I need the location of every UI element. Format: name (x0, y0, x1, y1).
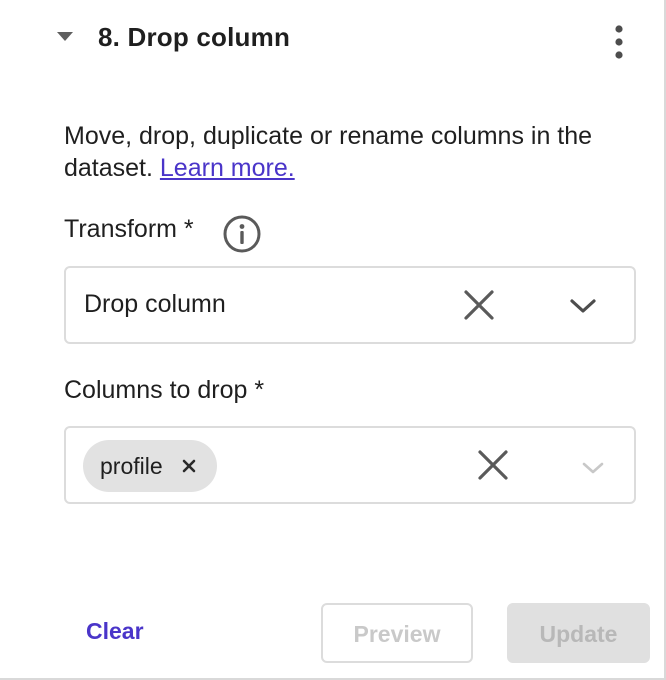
step-title: 8. Drop column (98, 22, 291, 52)
step-header[interactable]: 8. Drop column (0, 0, 664, 80)
update-button[interactable]: Update (507, 603, 650, 663)
chevron-down-icon[interactable] (578, 458, 608, 478)
close-icon[interactable] (476, 448, 510, 482)
preview-button[interactable]: Preview (321, 603, 473, 663)
column-chip: profile (83, 440, 217, 492)
transform-label: Transform * (64, 215, 194, 243)
transform-select-value: Drop column (84, 290, 226, 318)
description-text: Move, drop, duplicate or rename columns … (64, 122, 593, 182)
close-icon[interactable] (462, 288, 496, 322)
transform-select[interactable]: Drop column (64, 266, 636, 344)
chevron-down-icon[interactable] (568, 296, 598, 316)
learn-more-link[interactable]: Learn more. (160, 154, 295, 182)
step-description: Move, drop, duplicate or rename columns … (64, 120, 634, 184)
column-chip-label: profile (100, 453, 163, 479)
columns-label: Columns to drop * (64, 376, 265, 404)
step-panel: 8. Drop column Move, drop, duplicate or … (0, 0, 666, 680)
clear-button[interactable]: Clear (86, 618, 144, 645)
chip-remove-icon[interactable] (182, 459, 196, 473)
columns-multiselect[interactable]: profile (64, 426, 636, 504)
caret-down-icon[interactable] (56, 30, 74, 42)
kebab-menu-icon[interactable] (606, 24, 632, 60)
info-icon[interactable] (222, 214, 262, 254)
